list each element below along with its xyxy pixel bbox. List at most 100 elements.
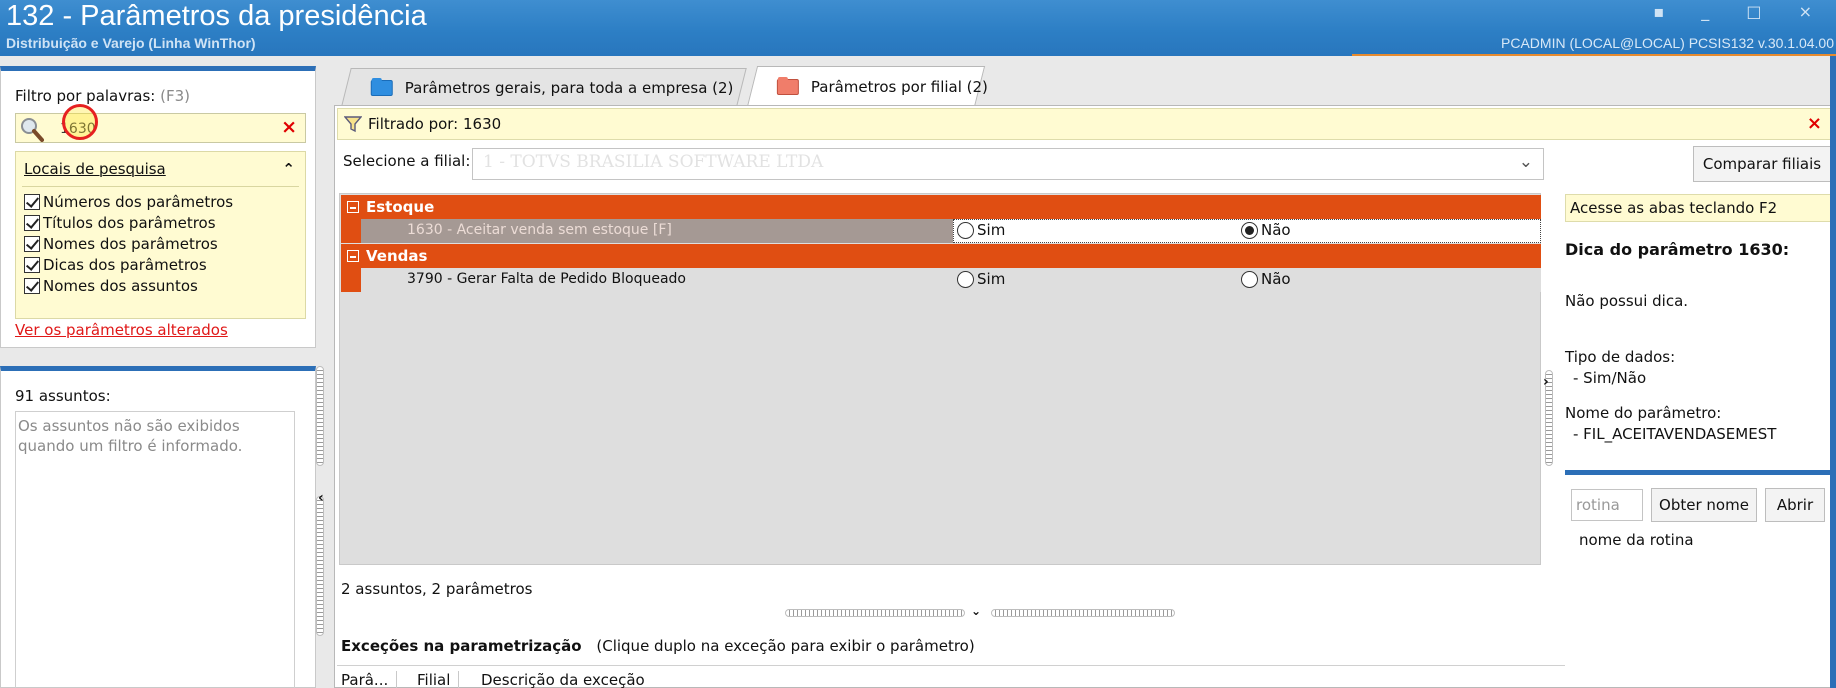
filter-status-text: Filtrado por: 1630 [368, 115, 502, 133]
parameters-grid: Estoque 1630 - Aceitar venda sem estoque… [339, 193, 1541, 565]
radio-nao[interactable] [1241, 270, 1258, 288]
option-label: Não [1261, 221, 1291, 239]
group-header-estoque[interactable]: Estoque [341, 195, 1541, 219]
column-header-param[interactable]: Parâ... [341, 671, 398, 688]
main-content: Filtrado por: 1630 × Selecione a filial:… [334, 105, 1836, 688]
window-subtitle: Distribuição e Varejo (Linha WinThor) [6, 35, 256, 51]
changed-params-link[interactable]: Ver os parâmetros alterados [15, 321, 228, 339]
option-label: Nomes dos parâmetros [43, 235, 218, 253]
group-header-vendas[interactable]: Vendas [341, 244, 1541, 268]
summary-text: 2 assuntos, 2 parâmetros [341, 580, 533, 598]
search-icon [21, 118, 44, 142]
data-type-value: - Sim/Não [1573, 369, 1647, 387]
branch-select[interactable]: 1 - TOTVS BRASILIA SOFTWARE LTDA ⌄ [472, 148, 1544, 180]
divider [22, 186, 299, 187]
option-label: Números dos parâmetros [43, 193, 234, 211]
tab-general-params[interactable]: Parâmetros gerais, para toda a empresa (… [341, 68, 747, 106]
exceptions-hint: (Clique duplo na exceção para exibir o p… [596, 637, 975, 655]
clear-search-icon[interactable]: × [281, 116, 297, 138]
subjects-count: 91 assuntos: [15, 387, 111, 405]
filter-label-text: Filtro por palavras: [15, 87, 156, 105]
splitter-grip[interactable] [316, 496, 324, 636]
subjects-message: Os assuntos não são exibidos quando um f… [18, 417, 243, 455]
checkbox[interactable] [24, 194, 40, 210]
checkbox[interactable] [24, 236, 40, 252]
option-param-titles[interactable]: Títulos dos parâmetros [24, 213, 216, 233]
routine-input[interactable] [1571, 489, 1643, 521]
param-name-label: Nome do parâmetro: [1565, 404, 1722, 422]
search-locations-title[interactable]: Locais de pesquisa [24, 160, 166, 178]
search-box[interactable]: × [15, 104, 306, 143]
option-nao[interactable]: Não [1241, 221, 1291, 239]
folder-red-icon [776, 79, 799, 95]
window-controls[interactable]: ▪ _ □ × [1653, 2, 1828, 21]
collapse-icon[interactable]: ⌃ [282, 160, 295, 178]
tab-label: Parâmetros por filial (2) [810, 78, 988, 96]
option-param-numbers[interactable]: Números dos parâmetros [24, 192, 233, 212]
chevron-down-icon[interactable]: ⌄ [1519, 152, 1533, 172]
collapse-group-icon[interactable] [347, 201, 359, 213]
option-param-tips[interactable]: Dicas dos parâmetros [24, 255, 207, 275]
open-button[interactable]: Abrir [1765, 488, 1825, 522]
subjects-list[interactable]: Os assuntos não são exibidos quando um f… [15, 411, 295, 688]
tab-branch-params[interactable]: Parâmetros por filial (2) [746, 66, 988, 107]
get-name-button[interactable]: Obter nome [1651, 488, 1757, 522]
option-subject-names[interactable]: Nomes dos assuntos [24, 276, 198, 296]
branch-select-value: 1 - TOTVS BRASILIA SOFTWARE LTDA [483, 152, 824, 172]
column-header-branch[interactable]: Filial [417, 671, 460, 688]
close-filter-icon[interactable]: × [1807, 113, 1822, 134]
tip-title: Dica do parâmetro 1630: [1565, 240, 1790, 259]
option-sim[interactable]: Sim [957, 221, 1005, 239]
param-name-value: - FIL_ACEITAVENDASEMEST [1573, 425, 1777, 443]
filter-status-bar: Filtrado por: 1630 × [337, 108, 1833, 140]
option-label: Sim [977, 270, 1006, 288]
checkbox[interactable] [24, 278, 40, 294]
option-nao[interactable]: Não [1241, 270, 1291, 288]
option-label: Títulos dos parâmetros [43, 214, 216, 232]
collapse-left-icon[interactable]: ‹ [318, 490, 324, 506]
collapse-group-icon[interactable] [347, 250, 359, 262]
chevron-down-icon[interactable]: ⌄ [971, 604, 981, 618]
resizer-grip[interactable] [991, 609, 1175, 617]
filter-label: Filtro por palavras: (F3) [15, 87, 190, 105]
column-header-description[interactable]: Descrição da exceção [481, 671, 653, 688]
title-bar: 132 - Parâmetros da presidência Distribu… [0, 0, 1836, 56]
data-type-label: Tipo de dados: [1565, 348, 1676, 366]
panel-resizer[interactable]: ⌄ [785, 604, 1175, 619]
compare-branches-button[interactable]: Comparar filiais [1693, 146, 1831, 182]
user-info: PCADMIN (LOCAL@LOCAL) PCSIS132 v.30.1.04… [1501, 35, 1834, 51]
option-param-names[interactable]: Nomes dos parâmetros [24, 234, 218, 254]
row-indent [341, 268, 361, 292]
routine-box: Obter nome Abrir nome da rotina [1565, 470, 1835, 672]
mouse-cursor-highlight [62, 104, 98, 140]
side-panel: Acesse as abas teclando F2 Dica do parâm… [1545, 192, 1835, 680]
subjects-panel: 91 assuntos: Os assuntos não são exibido… [0, 366, 316, 688]
option-sim[interactable]: Sim [957, 270, 1005, 288]
radio-nao[interactable] [1241, 221, 1258, 239]
option-label: Não [1261, 270, 1291, 288]
exceptions-title: Exceções na parametrização (Clique duplo… [341, 637, 975, 655]
group-name: Vendas [366, 247, 428, 265]
radio-sim[interactable] [957, 270, 974, 288]
filter-shortcut: (F3) [160, 87, 191, 105]
param-title: 3790 - Gerar Falta de Pedido Bloqueado [407, 271, 686, 287]
row-indent [341, 219, 361, 243]
param-row-1630[interactable]: 1630 - Aceitar venda sem estoque [F] Sim… [341, 219, 1541, 243]
expand-right-icon[interactable]: › [1543, 374, 1549, 390]
tab-hint-bar: Acesse as abas teclando F2 [1565, 194, 1833, 222]
exceptions-title-text: Exceções na parametrização [341, 637, 582, 655]
option-label: Dicas dos parâmetros [43, 256, 207, 274]
checkbox[interactable] [24, 257, 40, 273]
param-title: 1630 - Aceitar venda sem estoque [F] [407, 222, 672, 238]
filter-panel: Filtro por palavras: (F3) × Locais de pe… [0, 66, 316, 348]
tab-label: Parâmetros gerais, para toda a empresa (… [404, 78, 734, 97]
option-label: Sim [977, 221, 1006, 239]
branch-label: Selecione a filial: [343, 152, 471, 170]
param-row-3790[interactable]: 3790 - Gerar Falta de Pedido Bloqueado S… [341, 268, 1541, 292]
splitter-grip[interactable] [316, 366, 324, 466]
folder-blue-icon [370, 79, 393, 96]
checkbox[interactable] [24, 215, 40, 231]
radio-sim[interactable] [957, 221, 974, 239]
resizer-grip[interactable] [785, 609, 965, 617]
routine-name: nome da rotina [1579, 531, 1694, 549]
